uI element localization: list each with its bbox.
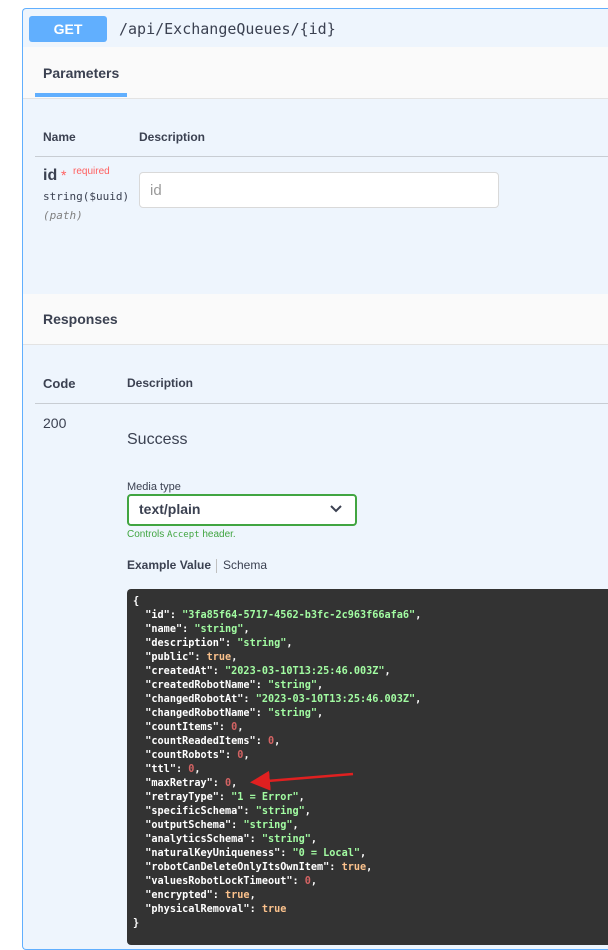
controls-suffix: header. bbox=[202, 529, 236, 540]
controls-code: Accept bbox=[167, 530, 200, 540]
column-name-header: Name bbox=[43, 130, 76, 144]
param-location: (path) bbox=[43, 209, 83, 222]
controls-accept-note: Controls Accept header. bbox=[127, 529, 236, 540]
endpoint-path: /api/ExchangeQueues/{id} bbox=[119, 20, 336, 38]
column-description-header: Description bbox=[139, 130, 206, 144]
tab-active-indicator bbox=[35, 93, 127, 97]
media-type-value: text/plain bbox=[139, 501, 201, 517]
tab-parameters[interactable]: Parameters bbox=[43, 65, 119, 81]
id-input[interactable] bbox=[139, 172, 499, 208]
operation-summary[interactable]: GET /api/ExchangeQueues/{id} bbox=[23, 9, 608, 48]
media-type-select[interactable]: text/plain bbox=[127, 494, 357, 526]
response-code: 200 bbox=[43, 415, 67, 431]
tab-example-value[interactable]: Example Value bbox=[127, 558, 211, 572]
param-name: id bbox=[43, 167, 58, 184]
tab-schema[interactable]: Schema bbox=[223, 558, 267, 572]
header-divider bbox=[35, 156, 608, 157]
required-label: required bbox=[73, 166, 110, 177]
media-type-label: Media type bbox=[127, 481, 181, 493]
tab-separator bbox=[216, 559, 217, 573]
param-type: string($uuid) bbox=[43, 190, 130, 203]
method-badge: GET bbox=[29, 16, 107, 42]
column-code-header: Code bbox=[43, 376, 76, 391]
responses-title: Responses bbox=[43, 311, 118, 327]
column-description-header: Description bbox=[127, 376, 194, 390]
example-json-block: { "id": "3fa85f64-5717-4562-b3fc-2c963f6… bbox=[127, 589, 608, 945]
operation-block: GET /api/ExchangeQueues/{id} Parameters … bbox=[22, 8, 608, 950]
response-description: Success bbox=[127, 431, 188, 448]
annotation-arrow-icon bbox=[250, 770, 354, 791]
required-star: * bbox=[61, 167, 67, 183]
chevron-down-icon bbox=[330, 505, 342, 513]
controls-prefix: Controls bbox=[127, 529, 165, 540]
responses-divider bbox=[35, 403, 608, 404]
